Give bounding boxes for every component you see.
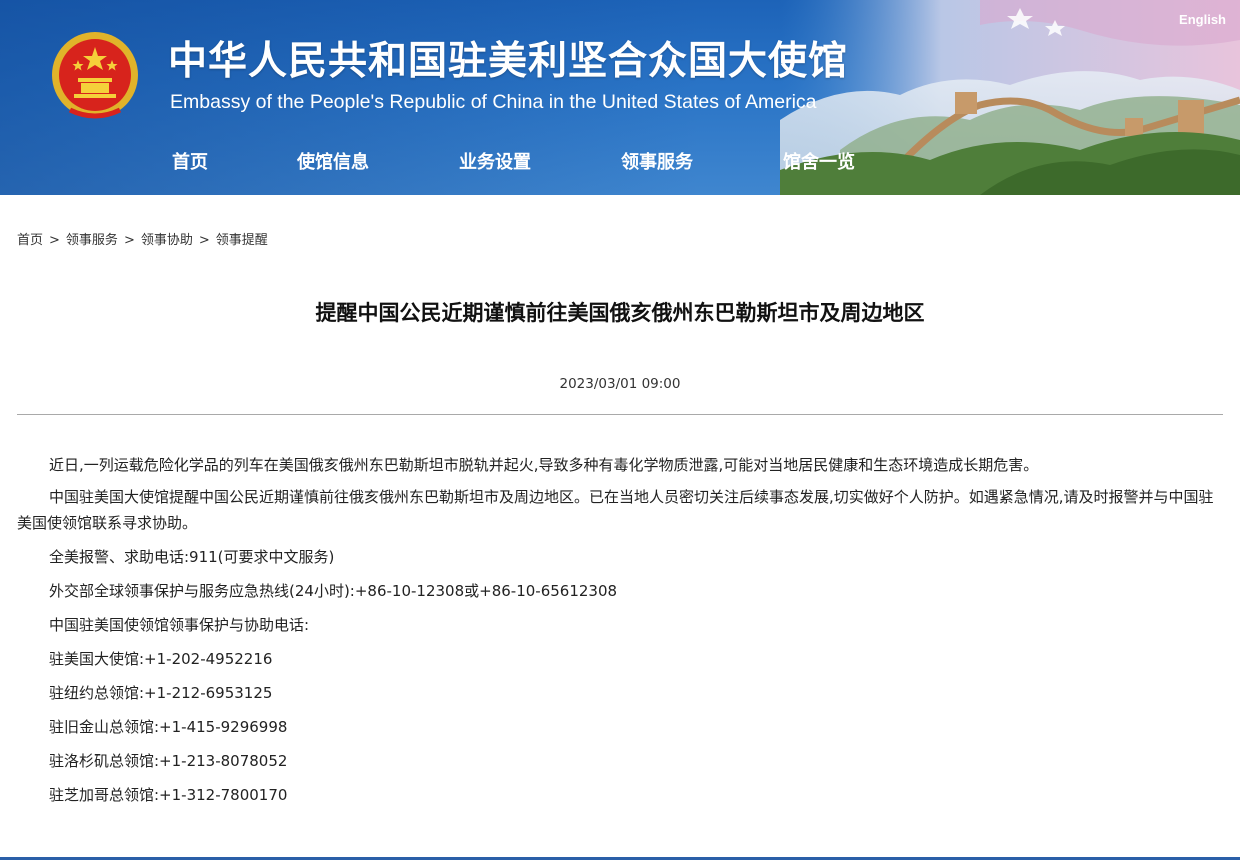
breadcrumb: 首页 > 领事服务 > 领事协助 > 领事提醒 [17, 232, 268, 250]
breadcrumb-consular-assistance[interactable]: 领事协助 [141, 233, 193, 248]
article-paragraph: 驻旧金山总领馆:+1-415-9296998 [49, 718, 288, 736]
header-banner: 中华人民共和国驻美利坚合众国大使馆 Embassy of the People'… [0, 0, 1240, 195]
breadcrumb-separator: > [49, 233, 60, 248]
nav-item-home[interactable]: 首页 [172, 148, 208, 178]
article-body: 近日,一列运载危险化学品的列车在美国俄亥俄州东巴勒斯坦市脱轨并起火,导致多种有毒… [17, 450, 1223, 814]
article-date: 2023/03/01 09:00 [559, 376, 681, 392]
article-paragraph: 全美报警、求助电话:911(可要求中文服务) [49, 548, 335, 566]
article-title: 提醒中国公民近期谨慎前往美国俄亥俄州东巴勒斯坦市及周边地区 [315, 301, 925, 325]
english-language-link[interactable]: English [1179, 12, 1226, 27]
article-paragraph: 驻纽约总领馆:+1-212-6953125 [49, 684, 273, 702]
breadcrumb-home[interactable]: 首页 [17, 233, 43, 248]
breadcrumb-consular-reminders[interactable]: 领事提醒 [216, 233, 268, 248]
breadcrumb-consular-services[interactable]: 领事服务 [66, 233, 118, 248]
article-paragraph: 驻洛杉矶总领馆:+1-213-8078052 [49, 752, 288, 770]
article-paragraph: 驻芝加哥总领馆:+1-312-7800170 [49, 786, 288, 804]
national-emblem-icon [52, 32, 138, 119]
article-paragraph: 近日,一列运载危险化学品的列车在美国俄亥俄州东巴勒斯坦市脱轨并起火,导致多种有毒… [49, 456, 1039, 474]
title-divider [17, 414, 1223, 415]
breadcrumb-separator: > [198, 233, 210, 248]
nav-item-consular-services[interactable]: 领事服务 [621, 148, 693, 178]
nav-item-premises[interactable]: 馆舍一览 [783, 148, 855, 178]
article-paragraph: 中国驻美国大使馆提醒中国公民近期谨慎前往俄亥俄州东巴勒斯坦市及周边地区。已在当地… [17, 488, 1214, 532]
article-paragraph: 外交部全球领事保护与服务应急热线(24小时):+86-10-12308或+86-… [49, 582, 618, 600]
site-title-chinese: 中华人民共和国驻美利坚合众国大使馆 [168, 39, 849, 84]
nav-item-embassy-info[interactable]: 使馆信息 [297, 148, 369, 178]
breadcrumb-separator: > [123, 233, 135, 248]
article-paragraph: 驻美国大使馆:+1-202-4952216 [49, 650, 273, 668]
article-paragraph: 中国驻美国使领馆领事保护与协助电话: [49, 616, 310, 634]
footer-divider [0, 857, 1240, 860]
site-title-english: Embassy of the People's Republic of Chin… [170, 91, 817, 113]
main-navigation: 首页 使馆信息 业务设置 领事服务 馆舍一览 [0, 148, 1000, 178]
nav-item-business-setup[interactable]: 业务设置 [459, 148, 531, 178]
